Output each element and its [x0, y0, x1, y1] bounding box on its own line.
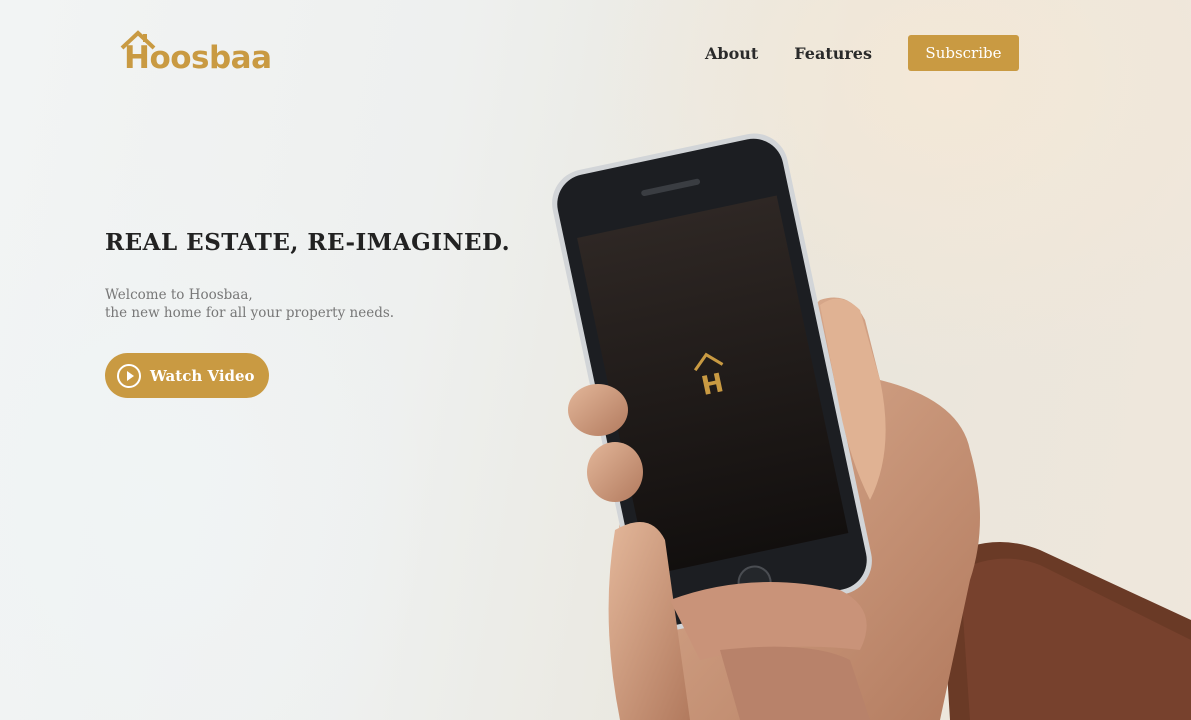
brand-logo[interactable]: Hoosbaa	[120, 30, 280, 78]
watch-video-button[interactable]: Watch Video	[105, 353, 269, 398]
phone-in-hand-image: H	[552, 133, 1191, 720]
hero-subtitle-line-2: the new home for all your property needs…	[105, 305, 395, 321]
brand-name: Hoosbaa	[124, 40, 272, 76]
nav-link-features[interactable]: Features	[794, 44, 872, 63]
hero-subtitle: Welcome to Hoosbaa, the new home for all…	[105, 286, 394, 322]
subscribe-button[interactable]: Subscribe	[907, 35, 1019, 71]
main-nav: About Features Subscribe	[705, 35, 1019, 71]
play-circle-icon	[117, 363, 141, 388]
watch-video-label: Watch Video	[150, 366, 255, 385]
hero-headline: REAL ESTATE, RE-IMAGINED.	[105, 229, 511, 256]
hero-subtitle-line-1: Welcome to Hoosbaa,	[105, 287, 253, 303]
nav-link-about[interactable]: About	[705, 44, 758, 63]
